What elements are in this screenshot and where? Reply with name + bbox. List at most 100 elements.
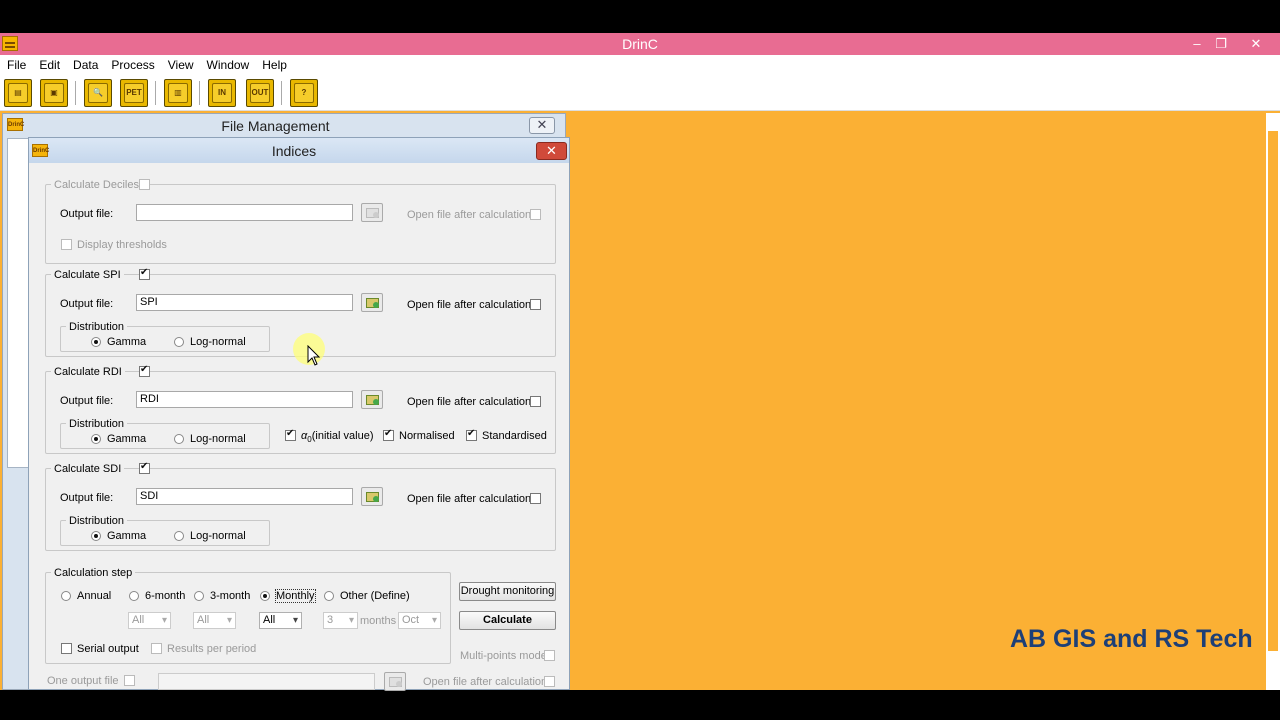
save-button[interactable]: ▣ — [40, 79, 68, 107]
rdi-output-field[interactable]: RDI — [136, 391, 353, 408]
spi-lognormal-label: Log-normal — [190, 336, 246, 348]
output-table-icon: OUT — [250, 83, 270, 103]
search-button[interactable]: 🔍 — [84, 79, 112, 107]
calculate-deciles-checkbox[interactable] — [139, 179, 150, 190]
three-month-combo[interactable]: All — [193, 612, 236, 629]
deciles-output-field[interactable] — [136, 204, 353, 221]
mouse-pointer-icon — [307, 345, 321, 366]
monthly-combo[interactable]: All — [259, 612, 302, 629]
rdi-distribution-label: Distribution — [66, 418, 128, 430]
folder-icon — [366, 208, 379, 218]
chart-button[interactable]: ▥ — [164, 79, 192, 107]
display-thresholds-checkbox[interactable] — [61, 239, 72, 250]
calculate-spi-checkbox[interactable] — [139, 267, 150, 280]
step-monthly-radio[interactable] — [260, 591, 270, 601]
help-button[interactable]: ? — [290, 79, 318, 107]
standardised-checkbox[interactable] — [466, 428, 477, 441]
alpha-initial-label: α0(initial value) — [301, 430, 373, 446]
sdi-open-after-checkbox[interactable] — [530, 493, 541, 504]
step-annual-label: Annual — [77, 590, 112, 602]
one-output-file-label: One output file — [47, 675, 119, 687]
pet-button[interactable]: PET — [120, 79, 148, 107]
calculate-button[interactable]: Calculate — [459, 611, 556, 630]
step-6month-label: 6-month — [145, 590, 186, 602]
spi-output-field[interactable]: SPI — [136, 294, 353, 311]
step-monthly-label: Monthly — [275, 589, 316, 603]
menu-help[interactable]: Help — [249, 55, 287, 75]
step-annual-radio[interactable] — [61, 591, 71, 601]
vertical-scrollbar[interactable] — [1266, 113, 1280, 690]
one-output-file-checkbox[interactable] — [124, 675, 135, 686]
multi-points-checkbox[interactable] — [544, 650, 555, 661]
toolbar-separator — [199, 81, 200, 105]
calculate-deciles-label: Calculate Deciles — [51, 179, 142, 191]
menu-edit[interactable]: Edit — [26, 55, 60, 75]
minimize-button[interactable]: – — [1184, 34, 1210, 53]
one-output-browse-button[interactable] — [384, 672, 406, 691]
rdi-lognormal-radio[interactable] — [174, 434, 184, 444]
indices-close-button[interactable]: ✕ — [536, 142, 567, 160]
normalised-checkbox[interactable] — [383, 428, 394, 441]
rdi-lognormal-label: Log-normal — [190, 433, 246, 445]
help-icon: ? — [294, 83, 314, 103]
other-months-combo[interactable]: 3 — [323, 612, 358, 629]
close-button[interactable]: ✕ — [1243, 34, 1269, 53]
calculate-sdi-checkbox[interactable] — [139, 461, 150, 474]
file-management-close-button[interactable]: ✕ — [529, 117, 555, 134]
drought-monitoring-button[interactable]: Drought monitoring — [459, 582, 556, 601]
scrollbar-thumb[interactable] — [1268, 131, 1278, 651]
watermark: AB GIS and RS Tech — [1010, 625, 1253, 653]
months-label: months — [360, 615, 397, 627]
deciles-open-after-checkbox[interactable] — [530, 209, 541, 220]
search-icon: 🔍 — [88, 83, 108, 103]
rdi-browse-button[interactable] — [361, 390, 383, 409]
sdi-output-field[interactable]: SDI — [136, 488, 353, 505]
deciles-output-label: Output file: — [60, 208, 114, 220]
results-per-period-checkbox[interactable] — [151, 643, 162, 654]
folder-icon — [366, 492, 379, 502]
menu-file[interactable]: File — [0, 55, 26, 75]
rdi-gamma-radio[interactable] — [91, 434, 101, 444]
other-start-month-combo[interactable]: Oct — [398, 612, 441, 629]
rdi-open-after-checkbox[interactable] — [530, 396, 541, 407]
step-3month-radio[interactable] — [194, 591, 204, 601]
deciles-browse-button[interactable] — [361, 203, 383, 222]
menu-data[interactable]: Data — [60, 55, 98, 75]
spi-open-after-checkbox[interactable] — [530, 299, 541, 310]
six-month-combo[interactable]: All — [128, 612, 171, 629]
calculate-rdi-label: Calculate RDI — [51, 366, 125, 378]
input-table-icon: IN — [212, 83, 232, 103]
sdi-browse-button[interactable] — [361, 487, 383, 506]
pet-icon: PET — [124, 83, 144, 103]
restore-button[interactable]: ❐ — [1208, 34, 1234, 53]
spi-open-after-label: Open file after calculation — [407, 299, 532, 311]
bottom-open-after-checkbox[interactable] — [544, 676, 555, 687]
bottom-open-after-label: Open file after calculation — [423, 676, 548, 688]
normalised-label: Normalised — [399, 430, 455, 442]
sdi-lognormal-label: Log-normal — [190, 530, 246, 542]
serial-output-label: Serial output — [77, 643, 139, 655]
results-per-period-label: Results per period — [167, 643, 257, 655]
output-table-button[interactable]: OUT — [246, 79, 274, 107]
alpha-initial-checkbox[interactable] — [285, 428, 296, 441]
sdi-lognormal-radio[interactable] — [174, 531, 184, 541]
input-table-button[interactable]: IN — [208, 79, 236, 107]
indices-title: Indices — [271, 143, 317, 159]
spi-lognormal-radio[interactable] — [174, 337, 184, 347]
menu-window[interactable]: Window — [194, 55, 250, 75]
indices-title-bar: DrinC Indices ✕ — [29, 138, 569, 163]
serial-output-checkbox[interactable] — [61, 643, 72, 654]
spi-browse-button[interactable] — [361, 293, 383, 312]
spi-gamma-radio[interactable] — [91, 337, 101, 347]
toolbar: ▤ ▣ 🔍 PET ▥ IN OUT ? — [0, 75, 1280, 111]
step-other-radio[interactable] — [324, 591, 334, 601]
open-folder-button[interactable]: ▤ — [4, 79, 32, 107]
title-bar: DrinC – ❐ ✕ — [0, 33, 1280, 55]
step-6month-radio[interactable] — [129, 591, 139, 601]
folder-icon — [389, 677, 402, 687]
menu-process[interactable]: Process — [98, 55, 154, 75]
menu-view[interactable]: View — [155, 55, 194, 75]
one-output-file-field[interactable] — [158, 673, 375, 690]
sdi-gamma-radio[interactable] — [91, 531, 101, 541]
calculate-rdi-checkbox[interactable] — [139, 364, 150, 377]
